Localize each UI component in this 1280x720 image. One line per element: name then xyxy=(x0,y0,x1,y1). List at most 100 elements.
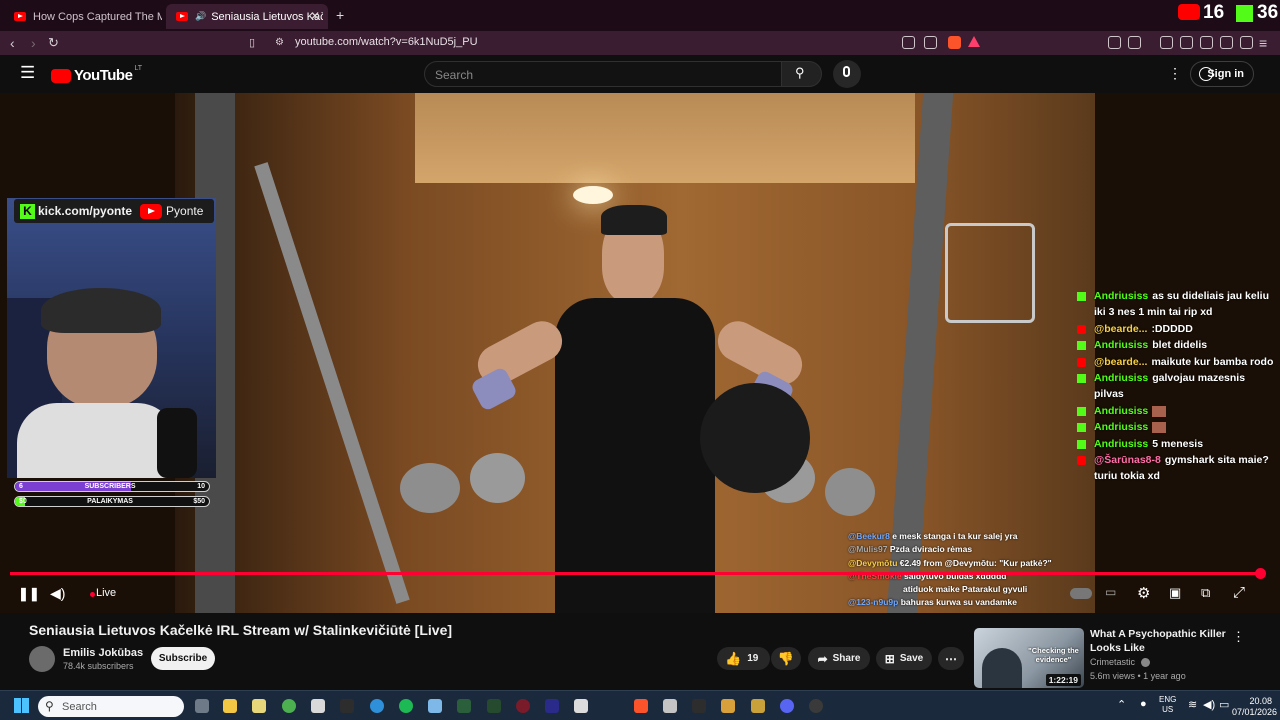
menu-icon[interactable]: ≡ xyxy=(1259,35,1267,51)
fullscreen-icon[interactable]: ⤢ xyxy=(1233,584,1245,601)
tray-app-icon[interactable]: ● xyxy=(1140,698,1147,710)
channel-avatar[interactable] xyxy=(29,646,55,672)
brave-shields-icon[interactable] xyxy=(948,36,961,49)
recommended-title[interactable]: What A Psychopathic Killer Looks Like xyxy=(1090,628,1230,655)
sign-in-button[interactable]: Sign in xyxy=(1190,61,1254,87)
recommended-thumbnail[interactable]: "Checking the evidence" 1:22:19 xyxy=(974,628,1084,688)
account-icon xyxy=(1199,67,1213,81)
app-icon[interactable] xyxy=(487,699,501,713)
youtube-logo[interactable]: YouTube LT xyxy=(51,65,143,84)
sidebar-panel-icon[interactable] xyxy=(1128,36,1141,49)
file-explorer-icon[interactable] xyxy=(223,699,237,713)
photos-icon[interactable] xyxy=(428,699,442,713)
app-icon[interactable] xyxy=(574,699,588,713)
recommended-more-icon[interactable]: ⋮ xyxy=(1232,629,1245,645)
app-icon[interactable] xyxy=(311,699,325,713)
goal-target: 10 xyxy=(197,483,205,490)
brave-icon[interactable] xyxy=(634,699,648,713)
windows-start-icon[interactable] xyxy=(14,698,29,713)
premiere-icon[interactable] xyxy=(545,699,559,713)
tray-overflow-icon[interactable]: ⌃ xyxy=(1117,698,1126,711)
app-icon[interactable] xyxy=(457,699,471,713)
task-view-icon[interactable] xyxy=(195,699,209,713)
reload-icon[interactable]: ↻ xyxy=(48,35,59,51)
browser-tab-active[interactable]: 🔊 Seniausia Lietuvos Kačelkė IR ✕ xyxy=(166,4,328,29)
chat-message: Andriusiss as su dideliais jau keliu iki … xyxy=(1070,288,1275,321)
brave-rewards-icon[interactable] xyxy=(968,36,980,47)
channel-name[interactable]: Emilis Jokūbas xyxy=(63,647,143,659)
youtube-chat-overlay: @Beekur8 e mesk stanga i ta kur salej yr… xyxy=(848,530,1088,610)
back-icon[interactable]: ‹ xyxy=(10,35,15,51)
extensions-icon[interactable] xyxy=(1108,36,1121,49)
taskbar-search-input[interactable]: ⚲ Search xyxy=(38,696,184,717)
leo-icon[interactable] xyxy=(1220,36,1233,49)
volume-icon[interactable]: ◀) xyxy=(50,585,65,602)
battery-icon[interactable]: ▭ xyxy=(1219,698,1229,711)
app-icon[interactable] xyxy=(809,699,823,713)
share-label: Share xyxy=(832,653,861,664)
app-icon[interactable] xyxy=(663,699,677,713)
cast-icon[interactable]: ⧉ xyxy=(1201,585,1210,601)
bookmark-icon[interactable]: ▯ xyxy=(249,35,255,51)
spotify-icon[interactable] xyxy=(399,699,413,713)
kick-handle: kick.com/pyonte xyxy=(38,204,133,218)
more-actions-button[interactable]: ⋯ xyxy=(938,647,964,670)
miniplayer-icon[interactable]: ▣ xyxy=(1169,585,1181,601)
notes-icon[interactable] xyxy=(252,699,266,713)
volume-tray-icon[interactable]: ◀) xyxy=(1203,698,1215,711)
search-input[interactable]: Search xyxy=(424,61,782,87)
vpn-icon[interactable] xyxy=(1240,36,1253,49)
captions-icon[interactable]: ▭ xyxy=(1105,585,1116,599)
ceiling xyxy=(415,93,915,183)
new-tab-button[interactable]: + xyxy=(336,7,344,23)
share-page-icon[interactable] xyxy=(924,36,937,49)
gym-bar xyxy=(254,162,410,604)
wallet-icon[interactable] xyxy=(1200,36,1213,49)
app-icon[interactable] xyxy=(721,699,735,713)
donation-goal-bar: $0 PALAIKYMAS $50 xyxy=(14,496,210,507)
youtube-play-logo-icon xyxy=(51,68,71,83)
pause-icon[interactable]: ❚❚ xyxy=(18,586,40,602)
share-button[interactable]: ➦ Share xyxy=(808,647,870,670)
close-tab-icon[interactable]: ✕ xyxy=(310,9,320,23)
taskbar-clock[interactable]: 20.08 07/01/2026 xyxy=(1232,696,1277,718)
wifi-icon[interactable]: ≋ xyxy=(1188,698,1197,711)
progress-bar[interactable] xyxy=(10,572,1260,575)
live-label[interactable]: Live xyxy=(96,587,116,599)
subscribe-button[interactable]: Subscribe xyxy=(151,647,215,670)
voice-search-button[interactable] xyxy=(833,60,861,88)
emote-icon xyxy=(1152,405,1167,417)
autoplay-toggle[interactable] xyxy=(1070,588,1092,599)
kick-badge-icon xyxy=(1077,439,1086,449)
browser-tab[interactable]: How Cops Captured The Minnesota xyxy=(4,4,162,29)
app-icon[interactable] xyxy=(692,699,706,713)
save-label: Save xyxy=(899,653,924,664)
progress-scrubber[interactable] xyxy=(1255,568,1266,579)
discord-icon[interactable] xyxy=(780,699,794,713)
video-player[interactable]: K kick.com/pyonte Pyonte 6 SUBSCRIBERS 1… xyxy=(0,93,1280,613)
language-indicator[interactable]: ENG US xyxy=(1159,695,1176,715)
settings-icon[interactable]: ⚙ xyxy=(1137,584,1150,602)
reader-icon[interactable] xyxy=(1180,36,1193,49)
browser-toolbar: ‹ › ↻ ▯ ⚙ youtube.com/watch?v=6k1NuD5j_P… xyxy=(0,31,1280,55)
app-icon[interactable] xyxy=(340,699,354,713)
hamburger-menu-icon[interactable]: ☰ xyxy=(20,64,35,81)
more-options-icon[interactable]: ⋮ xyxy=(1168,65,1182,82)
url-field[interactable]: youtube.com/watch?v=6k1NuD5j_PU xyxy=(295,36,478,48)
dumbbell-right-2 xyxy=(825,468,875,516)
recommended-channel[interactable]: Crimetastic xyxy=(1090,657,1150,668)
screenshot-icon[interactable] xyxy=(902,36,915,49)
edge-icon[interactable] xyxy=(370,699,384,713)
youtube-badge-icon xyxy=(1077,456,1086,466)
app-icon[interactable] xyxy=(516,699,530,713)
search-button[interactable]: ⚲ xyxy=(781,61,822,87)
save-button[interactable]: ⊞ Save xyxy=(876,647,932,670)
dislike-button[interactable]: 👎 xyxy=(771,647,801,670)
chrome-icon[interactable] xyxy=(282,699,296,713)
like-button[interactable]: 👍 19 xyxy=(717,647,770,670)
forward-icon[interactable]: › xyxy=(31,35,36,51)
media-icon[interactable] xyxy=(1160,36,1173,49)
country-code: LT xyxy=(134,65,143,72)
app-icon[interactable] xyxy=(751,699,765,713)
site-info-icon[interactable]: ⚙ xyxy=(275,35,284,51)
